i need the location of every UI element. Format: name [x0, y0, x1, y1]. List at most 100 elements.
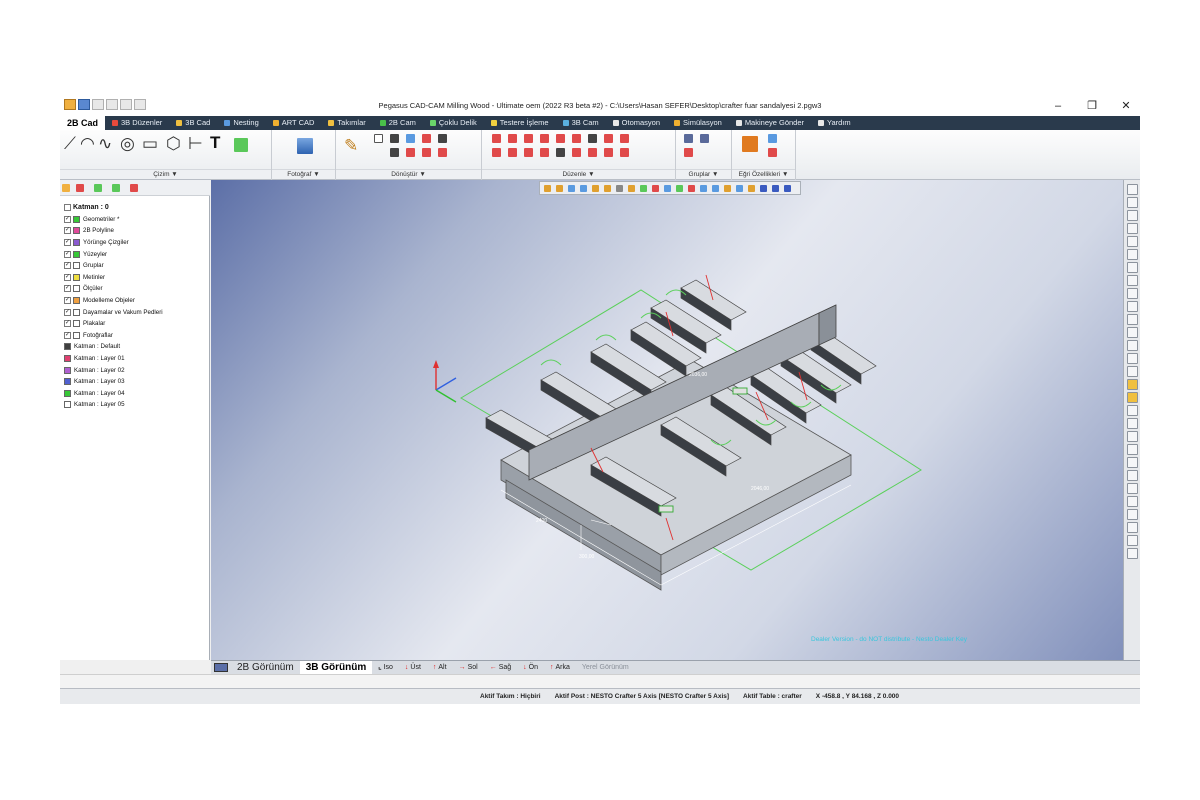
smooth-icon[interactable] — [588, 134, 597, 143]
rectangle-tool-icon[interactable]: ▭ — [142, 134, 158, 154]
layer-checkbox[interactable]: ✓ — [64, 262, 71, 270]
view-tab-9[interactable]: Yerel Görünüm — [576, 661, 635, 674]
layer-item[interactable]: ✓ Fotoğraflar — [64, 330, 210, 342]
right-tool-icon[interactable] — [1127, 379, 1138, 390]
right-tool-icon[interactable] — [1127, 262, 1138, 273]
layer-checkbox[interactable]: ✓ — [64, 227, 71, 235]
layer-checkbox[interactable]: ✓ — [64, 297, 71, 305]
view-tab-5[interactable]: → Sol — [453, 661, 484, 674]
view-tool-icon[interactable] — [580, 185, 587, 192]
photo-icon[interactable] — [297, 138, 313, 154]
offset-icon[interactable] — [422, 148, 431, 157]
copy-icon[interactable] — [406, 134, 415, 143]
curve-properties-icon[interactable] — [742, 136, 758, 152]
arc-tool-icon[interactable]: ◠ — [80, 134, 95, 154]
right-tool-icon[interactable] — [1127, 353, 1138, 364]
tab-12[interactable]: Makineye Gönder — [729, 116, 811, 130]
view-tool-icon[interactable] — [640, 185, 647, 192]
layer-root-checkbox[interactable] — [64, 204, 71, 212]
chamfer-icon[interactable] — [572, 134, 581, 143]
right-tool-icon[interactable] — [1127, 392, 1138, 403]
layer-up-icon[interactable] — [94, 184, 102, 192]
layer-checkbox[interactable]: ✓ — [64, 273, 71, 281]
right-tool-icon[interactable] — [1127, 405, 1138, 416]
pen-icon[interactable]: ✎ — [344, 136, 358, 156]
tab-2[interactable]: 3B Cad — [169, 116, 217, 130]
view-tab-0[interactable]: 2B Görünüm — [231, 661, 300, 674]
layer-item[interactable]: ✓ Dayamalar ve Vakum Pedleri — [64, 306, 210, 318]
close-button[interactable]: ✕ — [1116, 98, 1136, 114]
view-tool-icon[interactable] — [544, 185, 551, 192]
layer-checkbox[interactable]: ✓ — [64, 239, 71, 247]
layer-root[interactable]: Katman : 0 — [64, 202, 210, 214]
right-tool-icon[interactable] — [1127, 288, 1138, 299]
view-tool-icon[interactable] — [784, 185, 791, 192]
view-tab-8[interactable]: ↑ Arka — [544, 661, 576, 674]
align-icon[interactable] — [438, 148, 447, 157]
view-tool-icon[interactable] — [664, 185, 671, 192]
view-tool-icon[interactable] — [772, 185, 779, 192]
view-tool-icon[interactable] — [676, 185, 683, 192]
break-icon[interactable] — [524, 134, 533, 143]
view-tool-icon[interactable] — [568, 185, 575, 192]
array-icon[interactable] — [406, 148, 415, 157]
start-point-icon[interactable] — [768, 148, 777, 157]
layer-item[interactable]: ✓ Ölçüler — [64, 283, 210, 295]
right-tool-icon[interactable] — [1127, 327, 1138, 338]
view-tool-icon[interactable] — [736, 185, 743, 192]
line-tool-icon[interactable]: ⟋ — [64, 134, 76, 154]
scale-icon[interactable] — [438, 134, 447, 143]
group-icon[interactable] — [684, 134, 693, 143]
right-tool-icon[interactable] — [1127, 210, 1138, 221]
layer-item[interactable]: ✓ Yüzeyler — [64, 248, 210, 260]
reverse-icon[interactable] — [620, 134, 629, 143]
right-tool-icon[interactable] — [1127, 301, 1138, 312]
tab-4[interactable]: ART CAD — [266, 116, 322, 130]
view-tab-1[interactable]: 3B Görünüm — [299, 661, 373, 674]
layer-item[interactable]: ✓ Metinler — [64, 272, 210, 284]
right-tool-icon[interactable] — [1127, 496, 1138, 507]
intersect-icon[interactable] — [620, 148, 629, 157]
view-tool-icon[interactable] — [724, 185, 731, 192]
layer-down-icon[interactable] — [112, 184, 120, 192]
right-tool-icon[interactable] — [1127, 275, 1138, 286]
right-tool-icon[interactable] — [1127, 184, 1138, 195]
right-tool-icon[interactable] — [1127, 483, 1138, 494]
tab-3[interactable]: Nesting — [217, 116, 265, 130]
fillet-icon[interactable] — [556, 134, 565, 143]
right-tool-icon[interactable] — [1127, 535, 1138, 546]
view-tool-icon[interactable] — [688, 185, 695, 192]
layer-checkbox[interactable]: ✓ — [64, 320, 71, 328]
view-tool-icon[interactable] — [748, 185, 755, 192]
polygon-tool-icon[interactable]: ⬡ — [166, 134, 181, 154]
right-tool-icon[interactable] — [1127, 418, 1138, 429]
move-icon[interactable] — [390, 134, 399, 143]
tab-9[interactable]: 3B Cam — [556, 116, 606, 130]
circle-tool-icon[interactable]: ◎ — [120, 134, 135, 154]
tab-8[interactable]: Testere İşleme — [484, 116, 556, 130]
named-layer-item[interactable]: Katman : Layer 04 — [64, 388, 210, 400]
tab-0[interactable]: 2B Cad — [60, 116, 106, 130]
node-add-icon[interactable] — [492, 148, 501, 157]
layer-checkbox[interactable]: ✓ — [64, 308, 71, 316]
layer-item[interactable]: ✓ Gruplar — [64, 260, 210, 272]
view-tab-2[interactable]: ⌞ Iso — [372, 661, 399, 674]
tab-13[interactable]: Yardım — [811, 116, 858, 130]
layer-item[interactable]: ✓ Modelleme Objeler — [64, 295, 210, 307]
right-tool-icon[interactable] — [1127, 340, 1138, 351]
split-icon[interactable] — [524, 148, 533, 157]
extend-icon[interactable] — [508, 134, 517, 143]
curve-tool-icon[interactable]: ∿ — [98, 134, 112, 154]
dimension-tool-icon[interactable]: ⊢ — [188, 134, 203, 154]
named-layer-item[interactable]: Katman : Layer 03 — [64, 376, 210, 388]
layer-item[interactable]: ✓ Plakalar — [64, 318, 210, 330]
weld-icon[interactable] — [588, 148, 597, 157]
trim-icon[interactable] — [492, 134, 501, 143]
maximize-button[interactable]: ❐ — [1082, 98, 1102, 114]
layer-item[interactable]: ✓ Yörünge Çizgiler — [64, 237, 210, 249]
right-tool-icon[interactable] — [1127, 366, 1138, 377]
select-box-icon[interactable] — [374, 134, 383, 143]
text-tool-icon[interactable]: T — [210, 133, 220, 153]
3d-viewport[interactable]: 2036,00 2046,00 2400 300,00 Dealer Versi… — [211, 180, 1123, 660]
layer-checkbox[interactable]: ✓ — [64, 285, 71, 293]
